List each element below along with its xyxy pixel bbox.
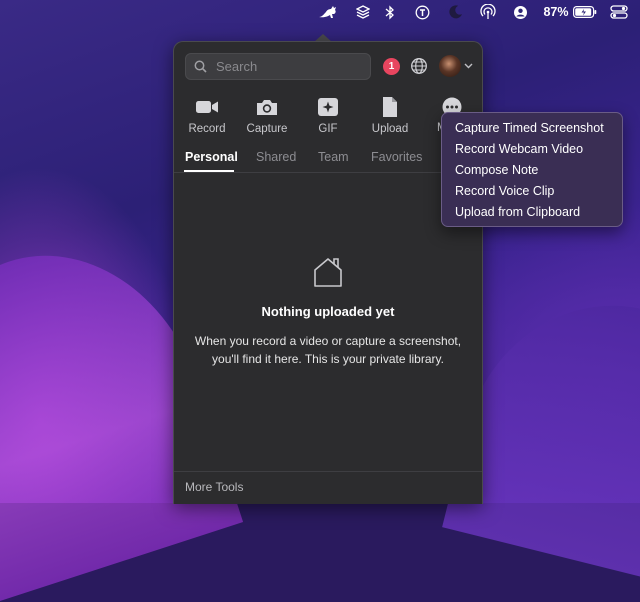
upload-tool-label: Upload: [371, 123, 409, 135]
tab-team[interactable]: Team: [318, 150, 349, 164]
upload-tool-button[interactable]: Upload: [360, 96, 420, 135]
globe-icon[interactable]: [410, 57, 428, 75]
gif-tool-label: GIF: [318, 123, 338, 135]
tools-row: Record Capture GIF Upload: [174, 96, 482, 138]
gif-tool-button[interactable]: GIF: [298, 96, 358, 135]
kangaroo-app-icon[interactable]: [316, 3, 340, 21]
moon-icon[interactable]: [447, 3, 463, 21]
menu-item-capture-timed-screenshot[interactable]: Capture Timed Screenshot: [455, 121, 604, 135]
control-center-icon[interactable]: [609, 3, 629, 21]
home-icon: [314, 258, 342, 287]
menu-item-upload-from-clipboard[interactable]: Upload from Clipboard: [455, 205, 580, 219]
tab-shared[interactable]: Shared: [256, 150, 296, 164]
notification-badge[interactable]: 1: [383, 58, 400, 75]
menu-item-record-webcam-video[interactable]: Record Webcam Video: [455, 142, 583, 156]
avatar[interactable]: [439, 55, 461, 77]
info-circle-icon[interactable]: [414, 3, 430, 21]
more-tools-link[interactable]: More Tools: [185, 480, 243, 494]
record-tool-button[interactable]: Record: [177, 96, 237, 135]
search-icon: [194, 60, 207, 73]
capture-tool-label: Capture: [246, 123, 288, 135]
app-popover: 1 Record Capture GIF Upload Personal: [173, 41, 483, 504]
bluetooth-icon[interactable]: [383, 3, 397, 21]
empty-state-description: When you record a video or capture a scr…: [194, 334, 462, 366]
battery-icon[interactable]: [572, 3, 598, 21]
document-icon: [383, 97, 397, 117]
menu-item-record-voice-clip[interactable]: Record Voice Clip: [455, 184, 554, 198]
library-tabs: Personal Shared Team Favorites: [174, 150, 482, 172]
menu-bar: 87%: [0, 0, 640, 24]
capture-tool-button[interactable]: Capture: [237, 96, 297, 135]
airdrop-icon[interactable]: [479, 3, 497, 21]
search-input[interactable]: [214, 58, 368, 75]
empty-state-title: Nothing uploaded yet: [261, 304, 395, 319]
search-box[interactable]: [185, 53, 371, 80]
video-camera-icon: [196, 101, 218, 113]
camera-icon: [257, 100, 277, 115]
battery-percent: 87%: [543, 5, 569, 19]
more-actions-menu: Capture Timed Screenshot Record Webcam V…: [441, 112, 623, 227]
tabs-divider: [174, 172, 482, 173]
tab-favorites[interactable]: Favorites: [371, 150, 422, 164]
gif-icon: [318, 98, 338, 116]
user-icon[interactable]: [512, 3, 528, 21]
footer-divider: [174, 471, 482, 472]
menu-item-compose-note[interactable]: Compose Note: [455, 163, 538, 177]
record-tool-label: Record: [188, 123, 226, 135]
chevron-down-icon[interactable]: [464, 61, 473, 70]
layers-icon[interactable]: [354, 3, 372, 21]
tab-personal[interactable]: Personal: [185, 150, 238, 164]
